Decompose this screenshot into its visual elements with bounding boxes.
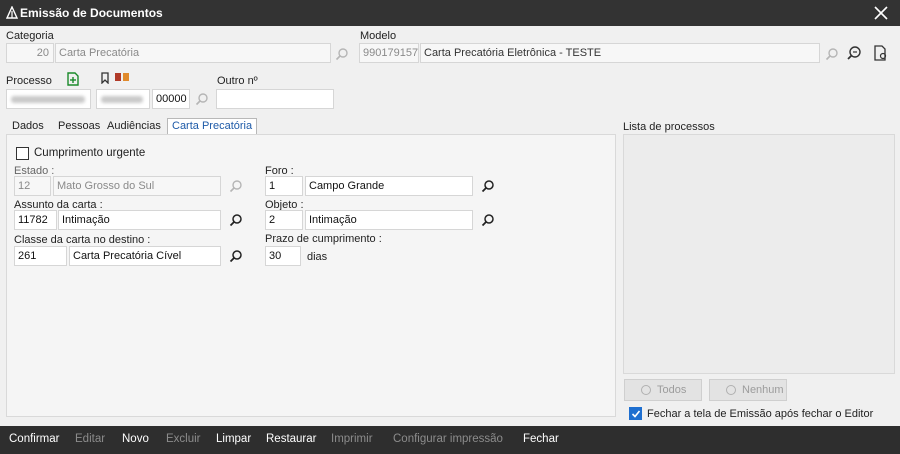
lista-label: Lista de processos [623, 121, 715, 133]
estado-name-field[interactable]: Mato Grosso do Sul [53, 176, 221, 196]
confirmar-button[interactable]: Confirmar [9, 433, 59, 445]
modelo-search-icon[interactable] [825, 47, 839, 61]
fechar-editor-checkbox[interactable] [629, 407, 642, 420]
imprimir-button[interactable]: Imprimir [331, 433, 373, 445]
urgent-checkbox[interactable] [16, 147, 29, 160]
assunto-search-icon[interactable] [229, 213, 243, 227]
todos-label: Todos [657, 384, 687, 396]
nenhum-button[interactable]: Nenhum [709, 379, 787, 401]
tab-audiencias[interactable]: Audiências [104, 118, 164, 135]
foro-search-icon[interactable] [481, 179, 495, 193]
todos-button[interactable]: Todos [624, 379, 702, 401]
foro-name-field[interactable]: Campo Grande [305, 176, 473, 196]
model-preview-icon[interactable] [846, 45, 862, 61]
orange-marker-icon [123, 73, 129, 81]
tab-carta-precatoria[interactable]: Carta Precatória [167, 118, 258, 135]
categoria-search-icon[interactable] [335, 47, 349, 61]
tab-dados[interactable]: Dados [9, 118, 47, 135]
nenhum-icon [726, 385, 736, 395]
classe-name-field[interactable]: Carta Precatória Cível [69, 246, 221, 266]
categoria-name-field[interactable]: Carta Precatória [55, 43, 331, 63]
processo-label: Processo [6, 75, 52, 87]
limpar-button[interactable]: Limpar [216, 433, 251, 445]
bottom-toolbar: Confirmar Editar Novo Excluir Limpar Res… [0, 426, 900, 454]
prazo-field[interactable]: 30 [265, 246, 301, 266]
red-marker-icon [115, 73, 121, 81]
modelo-code-field[interactable]: 990179157 [359, 43, 419, 63]
estado-search-icon[interactable] [229, 179, 243, 193]
modelo-name-field[interactable]: Carta Precatória Eletrônica - TESTE [420, 43, 820, 63]
processo-origin-field[interactable]: 00000 [152, 89, 190, 109]
processo-number-field[interactable] [6, 89, 91, 109]
fechar-editor-label: Fechar a tela de Emissão após fechar o E… [647, 408, 874, 420]
window-title: Emissão de Documentos [20, 6, 163, 20]
check-icon [631, 410, 641, 418]
model-document-icon[interactable] [872, 45, 888, 61]
outro-label: Outro nº [217, 75, 258, 87]
restaurar-button[interactable]: Restaurar [266, 433, 317, 445]
objeto-code-field[interactable]: 2 [265, 210, 303, 230]
app-icon [6, 6, 18, 19]
configurar-impressao-button[interactable]: Configurar impressão [393, 433, 503, 445]
foro-code-field[interactable]: 1 [265, 176, 303, 196]
classe-search-icon[interactable] [229, 249, 243, 263]
categoria-label: Categoria [6, 30, 54, 42]
categoria-code-field[interactable]: 20 [6, 43, 54, 63]
objeto-name-field[interactable]: Intimação [305, 210, 473, 230]
assunto-name-field[interactable]: Intimação [58, 210, 221, 230]
prazo-label: Prazo de cumprimento : [265, 233, 382, 245]
tab-pessoas[interactable]: Pessoas [55, 118, 103, 135]
classe-code-field[interactable]: 261 [14, 246, 67, 266]
excluir-button[interactable]: Excluir [166, 433, 201, 445]
novo-button[interactable]: Novo [122, 433, 149, 445]
processo-search-icon[interactable] [195, 92, 209, 106]
bookmark-icon[interactable] [100, 72, 110, 84]
title-bar: Emissão de Documentos [0, 0, 900, 26]
objeto-search-icon[interactable] [481, 213, 495, 227]
modelo-label: Modelo [360, 30, 397, 42]
urgent-label: Cumprimento urgente [34, 147, 146, 159]
close-icon[interactable] [872, 4, 890, 22]
assunto-code-field[interactable]: 11782 [14, 210, 57, 230]
fechar-button[interactable]: Fechar [523, 433, 559, 445]
prazo-unit: dias [307, 251, 328, 263]
process-add-icon[interactable] [66, 71, 80, 86]
process-list[interactable] [623, 134, 895, 374]
estado-code-field[interactable]: 12 [14, 176, 51, 196]
classe-label: Classe da carta no destino : [14, 234, 151, 246]
nenhum-label: Nenhum [742, 384, 784, 396]
outro-field[interactable] [216, 89, 334, 109]
editar-button[interactable]: Editar [75, 433, 105, 445]
todos-icon [641, 385, 651, 395]
processo-digit-field[interactable] [96, 89, 150, 109]
